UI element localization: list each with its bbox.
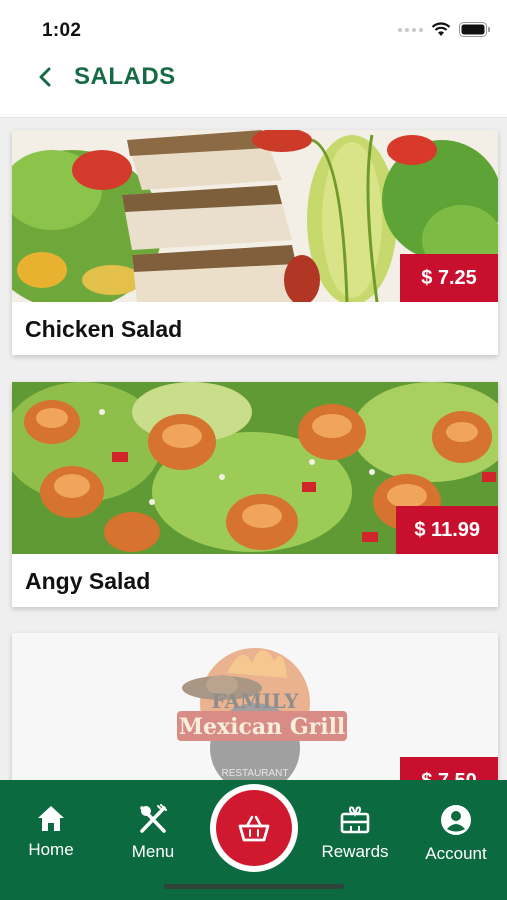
status-time: 1:02 <box>42 20 82 41</box>
tab-rewards[interactable]: Rewards <box>310 804 400 862</box>
chevron-left-icon <box>39 67 51 87</box>
tab-label: Home <box>28 840 74 859</box>
fork-knife-icon <box>140 804 167 833</box>
logo-line3: RESTAURANT <box>221 768 288 779</box>
account-icon <box>441 805 471 835</box>
status-bar: 1:02 <box>0 0 507 50</box>
gift-icon <box>340 806 370 834</box>
basket-icon <box>238 815 270 842</box>
item-image: $ 11.99 <box>12 382 498 554</box>
item-image: $ 7.25 <box>12 130 498 302</box>
tab-home[interactable]: Home <box>6 804 96 860</box>
basket-button[interactable] <box>210 784 298 872</box>
price-tag: $ 11.99 <box>396 506 498 554</box>
item-list[interactable]: $ 7.25 Chicken Salad $ 11.99 Angy Salad … <box>0 118 507 780</box>
home-icon <box>38 806 64 831</box>
tab-label: Menu <box>131 842 175 861</box>
tab-label: Rewards <box>321 842 389 861</box>
tab-account[interactable]: Account <box>411 804 501 864</box>
status-icons <box>398 22 491 37</box>
page-title: SALADS <box>74 63 176 90</box>
price-tag: $ 7.50 <box>400 757 498 780</box>
item-name: Angy Salad <box>25 568 151 594</box>
item-image: FAMILY Mexican Grill RESTAURANT $ 7.50 <box>12 633 498 780</box>
nav-header: SALADS <box>0 50 507 118</box>
menu-item-card[interactable]: $ 11.99 Angy Salad <box>12 382 498 607</box>
battery-icon <box>459 22 490 37</box>
tab-label: Account <box>425 844 487 863</box>
wifi-icon <box>431 22 451 36</box>
menu-item-card[interactable]: FAMILY Mexican Grill RESTAURANT $ 7.50 <box>12 633 498 780</box>
home-indicator <box>164 884 344 889</box>
logo-line2: Mexican Grill <box>179 714 346 740</box>
bottom-tab-bar: Home Menu Rewards Account <box>0 780 507 900</box>
basket-button-inner <box>216 790 292 866</box>
signal-icon <box>398 27 423 32</box>
menu-item-card[interactable]: $ 7.25 Chicken Salad <box>12 130 498 355</box>
back-button[interactable] <box>30 62 60 92</box>
tab-menu[interactable]: Menu <box>108 804 198 862</box>
item-name: Chicken Salad <box>25 316 183 342</box>
logo-line1: FAMILY <box>211 689 299 713</box>
price-tag: $ 7.25 <box>400 254 498 302</box>
